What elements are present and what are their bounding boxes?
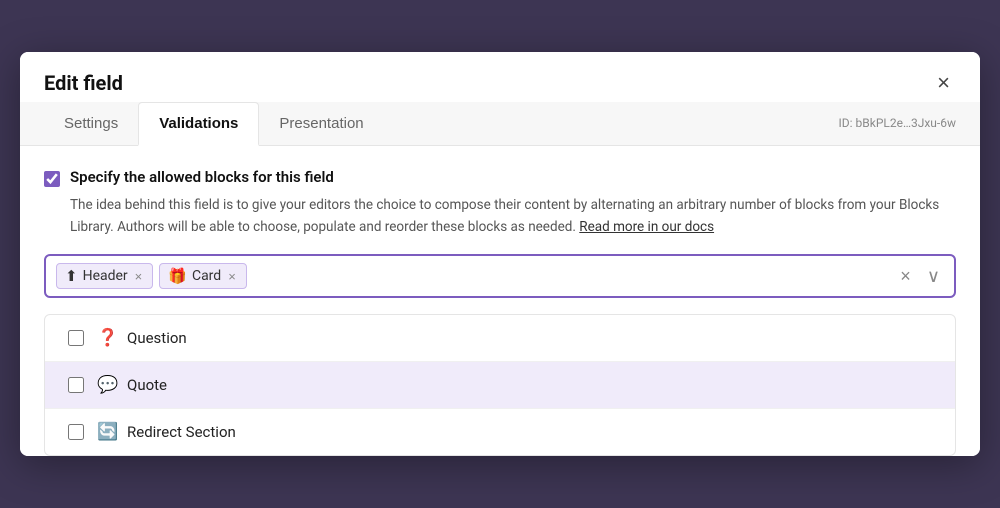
- question-checkbox[interactable]: [68, 330, 84, 346]
- quote-label: Quote: [127, 376, 167, 394]
- card-tag-icon: 🎁: [168, 267, 187, 285]
- docs-link[interactable]: Read more in our docs: [579, 219, 714, 235]
- tab-presentation[interactable]: Presentation: [259, 103, 383, 146]
- tag-input-wrapper[interactable]: ⬆ Header × 🎁 Card × × ∨: [44, 254, 956, 298]
- header-tag-label: Header: [83, 268, 128, 284]
- modal-body: Specify the allowed blocks for this fiel…: [20, 146, 980, 456]
- dropdown-item-quote[interactable]: 💬 Quote: [45, 362, 955, 409]
- header-tag-icon: ⬆: [65, 267, 78, 285]
- specify-blocks-label: Specify the allowed blocks for this fiel…: [70, 168, 334, 186]
- dropdown-item-redirect[interactable]: 🔄 Redirect Section: [45, 409, 955, 455]
- tag-header: ⬆ Header ×: [56, 263, 153, 289]
- dropdown-list: ❓ Question 💬 Quote 🔄 Redirect Section: [44, 314, 956, 456]
- modal-header: Edit field ×: [20, 52, 980, 96]
- specify-blocks-row: Specify the allowed blocks for this fiel…: [44, 168, 956, 187]
- question-label: Question: [127, 329, 187, 347]
- field-id: ID: bBkPL2e…3Jxu-6w: [839, 104, 957, 142]
- chevron-down-button[interactable]: ∨: [923, 264, 944, 289]
- tabs-row: Settings Validations Presentation ID: bB…: [20, 102, 980, 146]
- tag-card: 🎁 Card ×: [159, 263, 247, 289]
- redirect-label: Redirect Section: [127, 423, 236, 441]
- edit-field-modal: Edit field × Settings Validations Presen…: [20, 52, 980, 456]
- redirect-checkbox-col: [63, 424, 89, 440]
- header-tag-remove[interactable]: ×: [133, 270, 145, 283]
- redirect-icon: 🔄: [97, 422, 119, 442]
- card-tag-label: Card: [192, 268, 221, 284]
- specify-blocks-checkbox[interactable]: [44, 171, 60, 187]
- tab-validations[interactable]: Validations: [138, 102, 259, 146]
- dropdown-item-question[interactable]: ❓ Question: [45, 315, 955, 362]
- description-body: The idea behind this field is to give yo…: [70, 197, 939, 235]
- close-button[interactable]: ×: [931, 70, 956, 96]
- quote-checkbox-col: [63, 377, 89, 393]
- quote-checkbox[interactable]: [68, 377, 84, 393]
- question-icon: ❓: [97, 328, 119, 348]
- modal-title: Edit field: [44, 71, 123, 95]
- question-checkbox-col: [63, 330, 89, 346]
- tab-settings[interactable]: Settings: [44, 103, 138, 146]
- quote-icon: 💬: [97, 375, 119, 395]
- clear-input-button[interactable]: ×: [896, 264, 915, 289]
- redirect-checkbox[interactable]: [68, 424, 84, 440]
- tag-search-input[interactable]: [253, 268, 891, 284]
- card-tag-remove[interactable]: ×: [226, 270, 238, 283]
- description-text: The idea behind this field is to give yo…: [70, 195, 956, 238]
- input-actions: × ∨: [896, 264, 944, 289]
